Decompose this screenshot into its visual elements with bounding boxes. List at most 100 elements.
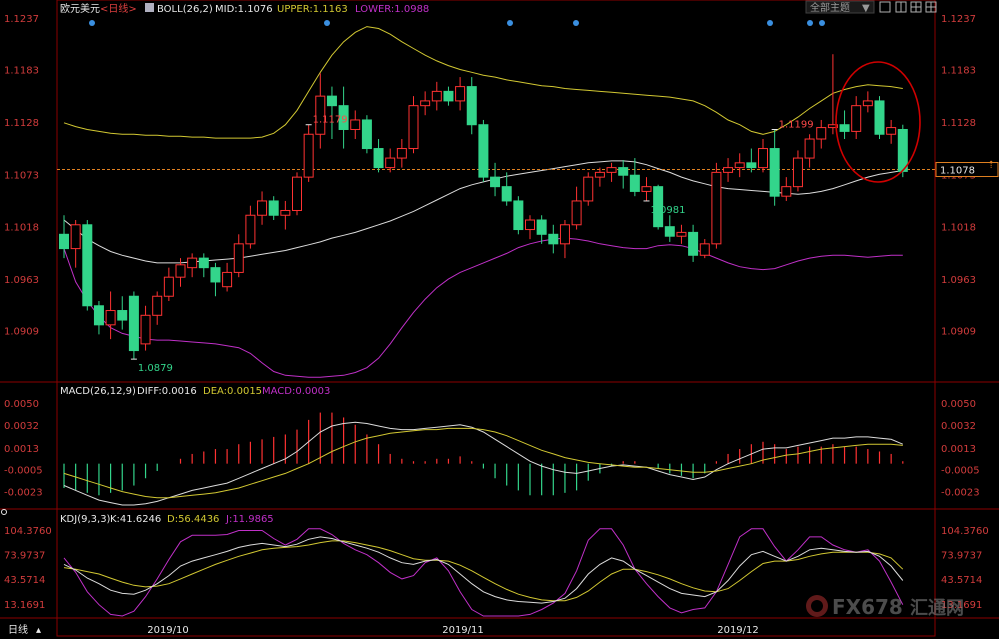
chevron-down-icon: ▼ xyxy=(862,3,870,14)
macd-tick-right: 0.0013 xyxy=(941,444,976,455)
candle-down[interactable] xyxy=(326,95,337,107)
candle-up[interactable] xyxy=(431,90,442,102)
candle-down[interactable] xyxy=(536,219,547,235)
candle-down[interactable] xyxy=(210,267,221,283)
y-tick-left: 1.0909 xyxy=(4,327,39,338)
candle-down[interactable] xyxy=(688,231,699,256)
candle-down[interactable] xyxy=(59,233,69,250)
candle-up[interactable] xyxy=(781,186,792,197)
candle-up[interactable] xyxy=(641,186,652,192)
candle-up[interactable] xyxy=(292,176,302,211)
candle-up[interactable] xyxy=(175,264,186,278)
candle-down[interactable] xyxy=(268,200,279,216)
candle-down[interactable] xyxy=(874,100,885,135)
candle-up[interactable] xyxy=(455,86,466,102)
candle-up[interactable] xyxy=(571,200,582,226)
period-dropdown-icon[interactable]: ▴ xyxy=(36,625,41,636)
layout-single-icon[interactable] xyxy=(879,1,891,13)
y-tick-left: 1.1128 xyxy=(4,118,39,129)
event-dot[interactable] xyxy=(807,20,813,26)
candle-down[interactable] xyxy=(373,148,384,169)
boll-mid-legend: MID:1.1076 xyxy=(215,4,273,15)
event-dot[interactable] xyxy=(573,20,579,26)
candle-down[interactable] xyxy=(198,257,209,269)
kdj-tick-left: 73.9737 xyxy=(4,551,45,562)
candle-up[interactable] xyxy=(245,214,256,245)
candle-up[interactable] xyxy=(804,138,815,159)
candle-up[interactable] xyxy=(792,157,803,188)
candle-up[interactable] xyxy=(583,176,594,202)
kdj-d-legend: D:56.4436 xyxy=(167,514,219,525)
candle-up[interactable] xyxy=(105,310,116,326)
event-dot[interactable] xyxy=(767,20,773,26)
candle-down[interactable] xyxy=(629,174,640,192)
candle-up[interactable] xyxy=(187,257,198,269)
y-tick-left: 1.1018 xyxy=(4,223,39,234)
event-dot[interactable] xyxy=(89,20,95,26)
candle-up[interactable] xyxy=(734,162,745,169)
y-tick-right: 1.0963 xyxy=(941,275,976,286)
candle-down[interactable] xyxy=(93,305,104,326)
candle-up[interactable] xyxy=(222,271,233,288)
candle-up[interactable] xyxy=(699,243,710,256)
event-dot[interactable] xyxy=(819,20,825,26)
candle-up[interactable] xyxy=(303,133,314,178)
candle-up[interactable] xyxy=(851,105,862,132)
candle-up[interactable] xyxy=(676,231,687,237)
macd-tick-left: 0.0032 xyxy=(4,421,39,432)
plot-frame xyxy=(56,0,936,637)
candle-up[interactable] xyxy=(385,157,396,169)
candle-down[interactable] xyxy=(548,233,559,245)
panel-toggle-icon[interactable] xyxy=(1,509,7,515)
candle-up[interactable] xyxy=(350,119,361,130)
candle-up[interactable] xyxy=(606,167,617,173)
candle-down[interactable] xyxy=(466,86,477,126)
kdj-j-line xyxy=(63,528,904,617)
candle-up[interactable] xyxy=(140,314,151,345)
candle-up[interactable] xyxy=(816,127,827,140)
period-selector[interactable]: 日线 xyxy=(8,623,28,636)
candle-down[interactable] xyxy=(82,224,93,307)
candle-up[interactable] xyxy=(420,100,431,107)
candle-up[interactable] xyxy=(886,127,897,135)
macd-diff-legend: DIFF:0.0016 xyxy=(137,386,197,397)
candle-down[interactable] xyxy=(897,128,908,172)
layout-split-icon[interactable] xyxy=(895,1,907,13)
watermark-logo: FX678 汇通网 xyxy=(806,595,964,619)
indicator-icon[interactable] xyxy=(145,3,154,12)
candle-up[interactable] xyxy=(396,148,407,159)
candle-down[interactable] xyxy=(618,167,629,176)
candle-up[interactable] xyxy=(862,100,873,107)
layout-quad-icon[interactable] xyxy=(910,1,922,13)
candle-down[interactable] xyxy=(664,226,675,237)
candle-down[interactable] xyxy=(128,295,139,352)
candle-down[interactable] xyxy=(746,162,757,169)
macd-dea-line xyxy=(63,427,903,499)
candle-up[interactable] xyxy=(758,148,768,169)
candle-up[interactable] xyxy=(408,105,419,150)
candle-up[interactable] xyxy=(280,209,291,216)
candle-up[interactable] xyxy=(257,200,268,216)
event-dot[interactable] xyxy=(324,20,330,26)
candle-up[interactable] xyxy=(559,224,570,245)
candle-up[interactable] xyxy=(70,224,81,250)
y-tick-right: 1.1128 xyxy=(941,118,976,129)
candle-up[interactable] xyxy=(723,167,734,173)
candle-up[interactable] xyxy=(525,219,535,231)
event-dot[interactable] xyxy=(507,20,513,26)
candle-up[interactable] xyxy=(152,295,163,316)
candle-down[interactable] xyxy=(117,310,128,321)
candle-up[interactable] xyxy=(594,171,605,178)
candle-down[interactable] xyxy=(501,186,512,202)
candle-up[interactable] xyxy=(163,276,174,297)
candle-up[interactable] xyxy=(233,243,244,273)
candle-down[interactable] xyxy=(769,148,780,197)
candle-down[interactable] xyxy=(478,124,489,178)
candle-down[interactable] xyxy=(513,200,524,231)
y-tick-right: 1.1237 xyxy=(941,14,976,25)
candle-down[interactable] xyxy=(361,119,372,150)
candle-up[interactable] xyxy=(711,171,722,245)
candle-down[interactable] xyxy=(443,90,454,102)
candle-down[interactable] xyxy=(839,124,850,132)
candle-down[interactable] xyxy=(490,176,501,188)
